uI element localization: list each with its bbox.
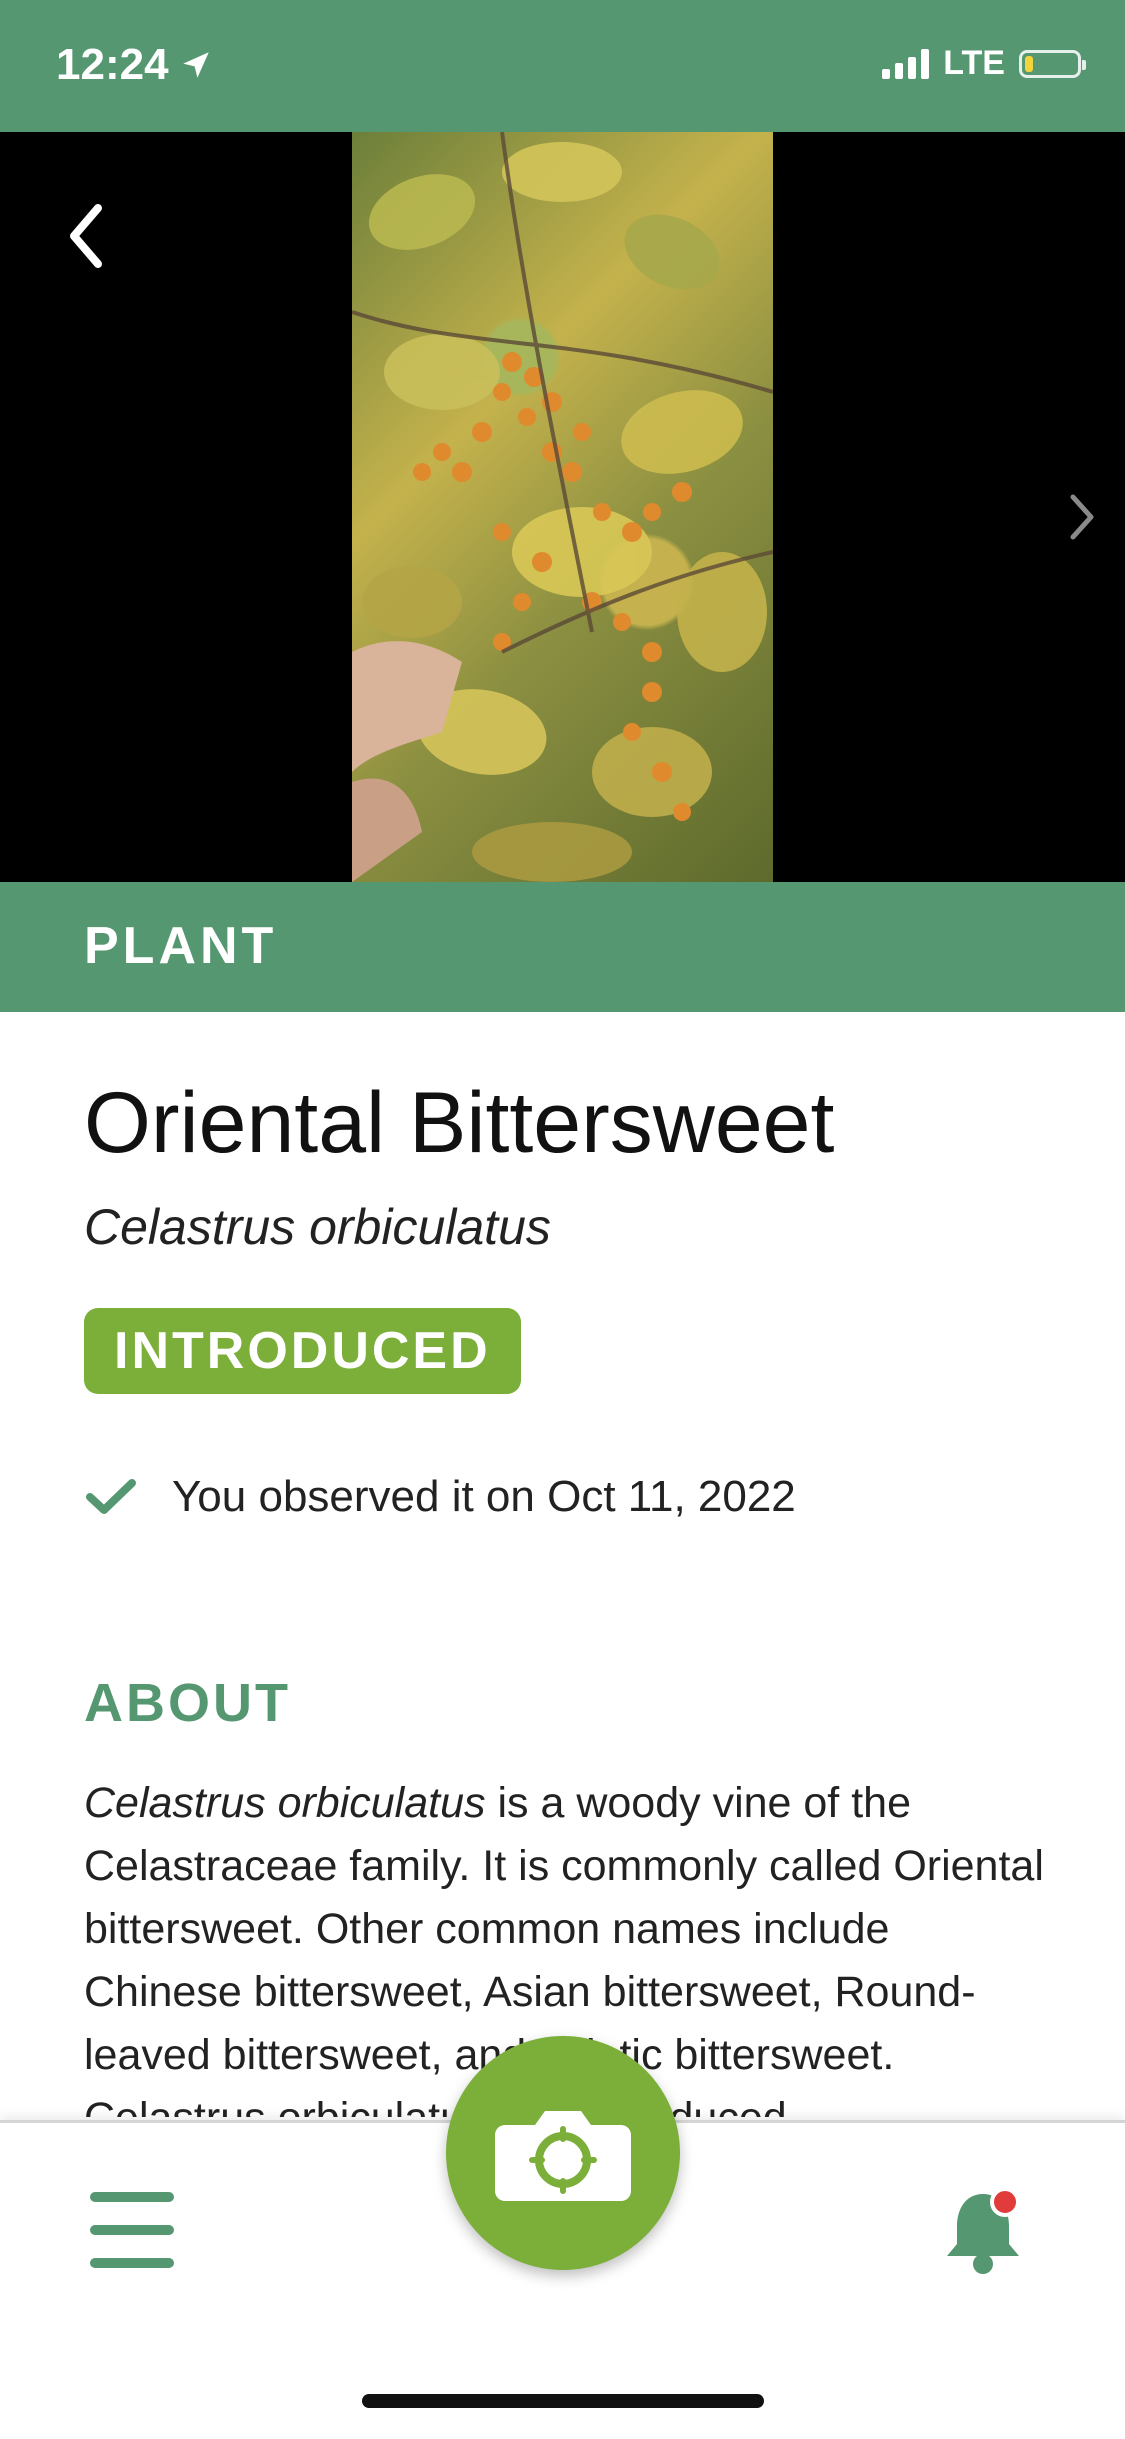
battery-icon <box>1019 49 1086 78</box>
about-heading: ABOUT <box>84 1673 291 1733</box>
notifications-button[interactable] <box>935 2180 1031 2280</box>
species-photo[interactable] <box>352 132 773 882</box>
status-time: 12:24 <box>56 40 213 90</box>
category-banner: PLANT <box>0 882 1125 1012</box>
plant-photo-illustration <box>352 132 773 882</box>
common-name: Oriental Bittersweet <box>84 1075 835 1171</box>
clock: 12:24 <box>56 40 169 89</box>
photo-viewer <box>0 132 1125 882</box>
about-lead-italic: Celastrus orbiculatus <box>84 1779 486 1827</box>
location-arrow-icon <box>182 52 209 78</box>
camera-button[interactable] <box>446 2036 680 2270</box>
home-indicator <box>362 2394 764 2408</box>
menu-button[interactable] <box>90 2192 174 2268</box>
battery-level <box>1025 55 1033 72</box>
observation-text: You observed it on Oct 11, 2022 <box>172 1472 796 1521</box>
next-photo-button[interactable] <box>1065 487 1101 547</box>
status-badge: INTRODUCED <box>84 1308 521 1394</box>
status-bar: 12:24 LTE <box>0 0 1125 132</box>
camera-icon <box>495 2111 631 2201</box>
signal-icon <box>882 48 930 79</box>
network-label: LTE <box>943 44 1005 82</box>
status-badge-label: INTRODUCED <box>114 1322 491 1380</box>
observation-row: You observed it on Oct 11, 2022 <box>84 1472 796 1522</box>
check-icon <box>86 1479 136 1514</box>
notification-dot <box>990 2187 1020 2217</box>
back-button[interactable] <box>56 196 116 276</box>
category-label: PLANT <box>84 917 278 975</box>
status-indicators: LTE <box>882 44 1086 83</box>
scientific-name: Celastrus orbiculatus <box>84 1199 551 1255</box>
